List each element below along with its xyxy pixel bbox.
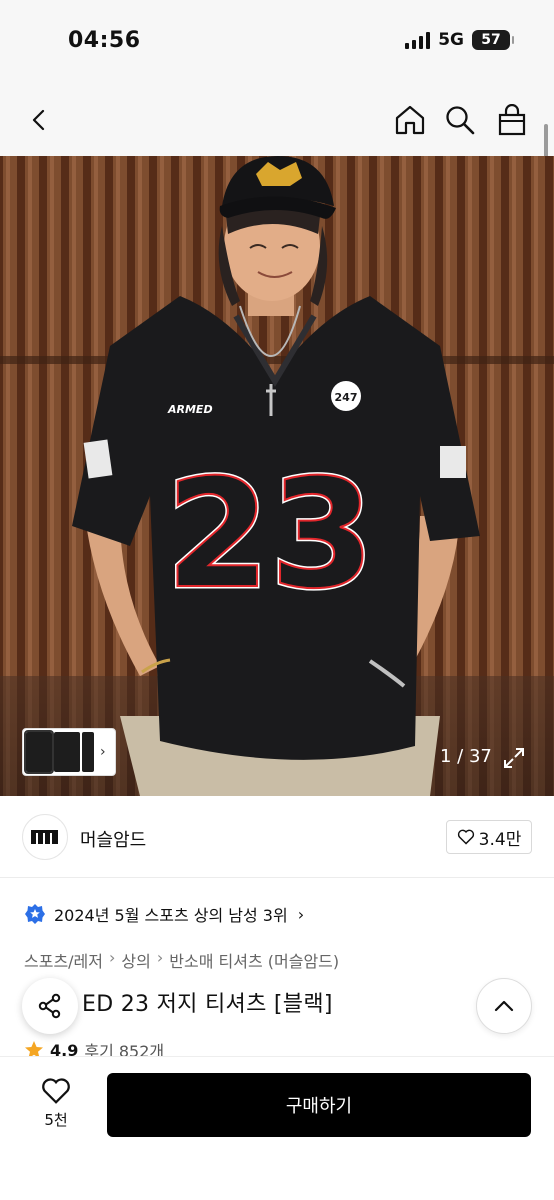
battery-icon: 57 <box>472 30 514 50</box>
buy-button[interactable]: 구매하기 <box>107 1073 531 1137</box>
heart-icon <box>42 1078 70 1104</box>
chest-badge: 247 <box>335 391 358 404</box>
chevron-right-icon: › <box>109 948 116 967</box>
rank-badge-icon <box>25 904 45 924</box>
scroll-indicator <box>544 124 548 158</box>
product-title: ED 23 저지 티셔츠 [블랙] <box>82 992 333 1017</box>
wishlist-button[interactable]: 5천 <box>36 1077 76 1130</box>
back-button[interactable] <box>20 100 60 140</box>
status-time: 04:56 <box>68 28 141 53</box>
jersey-number-outline: 23 <box>166 448 375 622</box>
wishlist-count: 5천 <box>44 1111 68 1129</box>
heart-icon <box>457 829 474 845</box>
search-icon <box>446 106 475 135</box>
search-button[interactable] <box>440 100 480 140</box>
bottom-action-bar: 5천 구매하기 <box>0 1056 554 1200</box>
cart-button[interactable] <box>492 100 532 140</box>
breadcrumb: 스포츠/레저 › 상의 › 반소매 티셔츠 (머슬암드) <box>24 948 339 972</box>
home-icon <box>395 105 425 135</box>
thumbnail-2[interactable] <box>54 732 80 772</box>
product-photo: ARMED 247 23 23 <box>0 156 554 796</box>
share-button[interactable] <box>22 978 78 1034</box>
status-bar: 04:56 5G 57 <box>0 0 554 84</box>
brand-like-count: 3.4만 <box>478 829 522 850</box>
share-icon <box>38 993 61 1019</box>
thumbnail-1[interactable] <box>24 730 54 774</box>
nav-bar <box>0 84 554 156</box>
expand-icon[interactable] <box>502 746 526 770</box>
network-label: 5G <box>438 30 464 50</box>
chevron-right-icon[interactable]: › <box>100 744 106 760</box>
ranking-text: 2024년 5월 스포츠 상의 남성 3위 <box>54 906 288 925</box>
chevron-left-icon <box>32 109 45 131</box>
breadcrumb-item-type[interactable]: 반소매 티셔츠 (머슬암드) <box>169 948 339 972</box>
home-button[interactable] <box>390 100 430 140</box>
product-image-carousel[interactable]: ARMED 247 23 23 › 1 / 37 <box>0 156 554 796</box>
chest-text: ARMED <box>167 403 213 416</box>
signal-icon <box>405 31 431 49</box>
brand-like-button[interactable]: 3.4만 <box>446 820 532 854</box>
brand-row[interactable]: 머슬암드 3.4만 <box>0 800 554 878</box>
breadcrumb-item-category[interactable]: 스포츠/레저 <box>24 948 103 972</box>
chevron-right-icon: › <box>156 948 164 967</box>
ranking-link[interactable]: 2024년 5월 스포츠 상의 남성 3위 › <box>24 902 304 926</box>
chevron-up-icon <box>494 1000 514 1012</box>
chevron-right-icon: › <box>297 904 305 924</box>
brand-name[interactable]: 머슬암드 <box>80 826 146 852</box>
brand-logo-icon <box>31 830 58 844</box>
image-counter: 1 / 37 <box>440 746 492 767</box>
shopping-bag-icon <box>498 104 526 136</box>
thumbnail-strip[interactable]: › <box>22 728 116 776</box>
breadcrumb-item-subcategory[interactable]: 상의 <box>121 948 150 972</box>
status-indicators: 5G 57 <box>405 30 514 50</box>
thumbnail-3[interactable] <box>82 732 94 772</box>
brand-logo[interactable] <box>22 814 68 860</box>
scroll-top-button[interactable] <box>476 978 532 1034</box>
